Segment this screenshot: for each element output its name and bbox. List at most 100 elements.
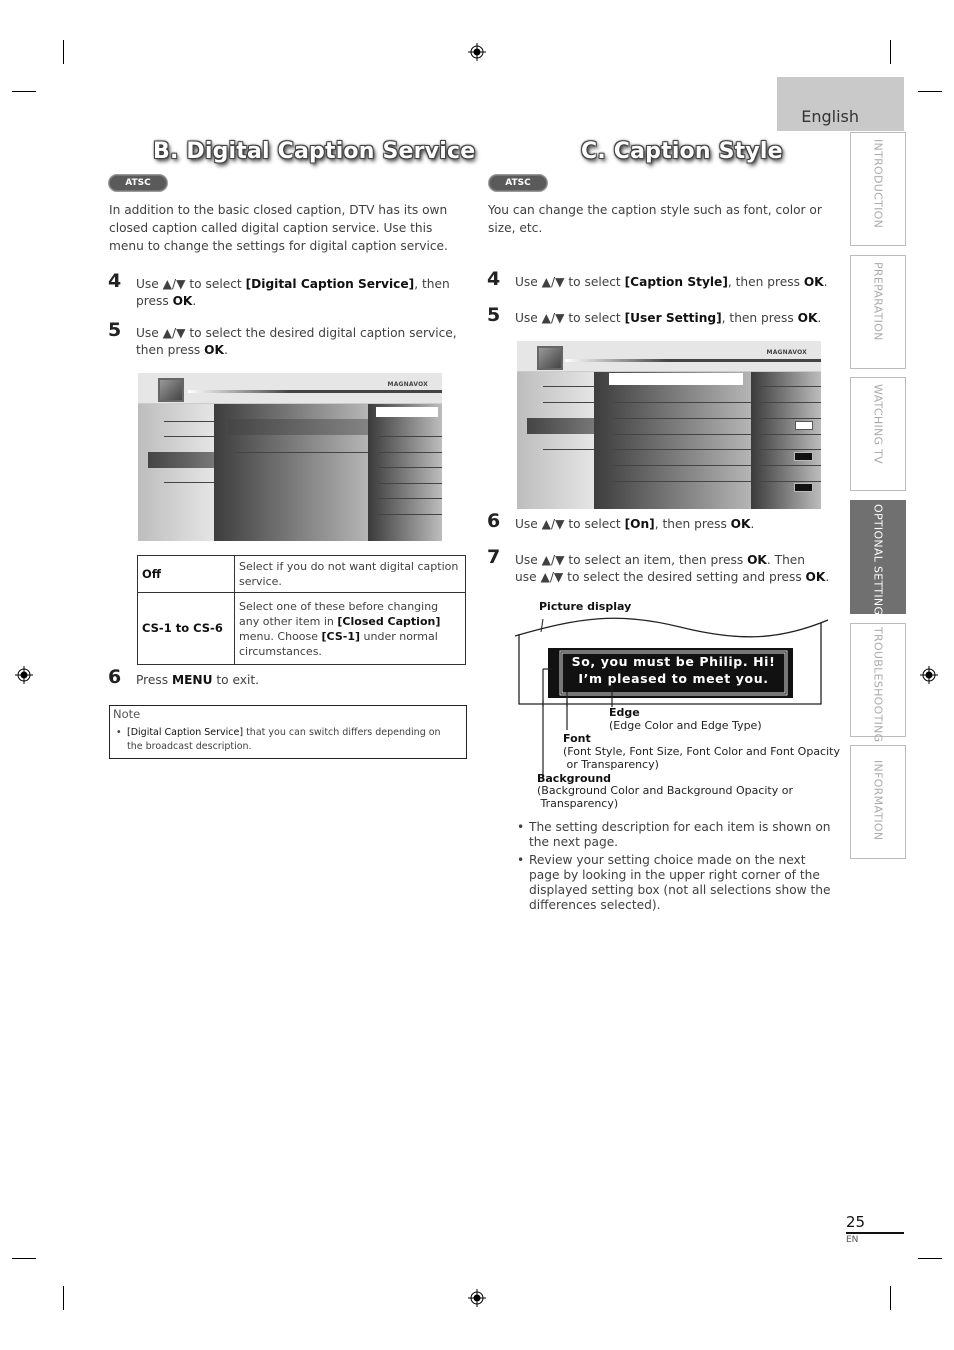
menu-divider bbox=[543, 449, 594, 450]
language-tab: English bbox=[777, 77, 904, 131]
table-row: CS-1 to CS-6 Select one of these before … bbox=[137, 592, 466, 665]
option-key: CS-1 to CS-6 bbox=[137, 592, 235, 665]
menu-divider bbox=[378, 514, 442, 515]
header-divider bbox=[188, 390, 442, 393]
caption-line-1: So, you must be Philip. Hi! bbox=[571, 654, 776, 669]
section-c-title: C. Caption Style bbox=[581, 139, 783, 164]
side-tab-label: PREPARATION bbox=[871, 262, 885, 341]
menu-divider bbox=[613, 449, 751, 450]
registration-mark-icon bbox=[920, 666, 938, 684]
side-tab-label: OPTIONAL SETTING bbox=[871, 504, 885, 616]
menu-divider bbox=[543, 386, 594, 387]
menu-right-column bbox=[368, 404, 442, 541]
crop-mark bbox=[890, 40, 891, 64]
menu-left-column bbox=[138, 404, 214, 541]
menu-screenshot-digital-caption: MAGNAVOX bbox=[138, 373, 442, 541]
menu-highlighted-row bbox=[228, 419, 368, 435]
menu-divider bbox=[234, 452, 368, 453]
crop-mark bbox=[63, 40, 64, 64]
crop-mark bbox=[12, 1258, 36, 1259]
side-tab-troubleshooting[interactable]: TROUBLESHOOTING bbox=[850, 623, 906, 742]
atsc-badge: ATSC bbox=[488, 174, 548, 192]
menu-highlighted-row bbox=[609, 373, 743, 385]
side-tab-label: WATCHING TV bbox=[871, 384, 885, 465]
menu-divider bbox=[164, 421, 214, 422]
side-tab-information[interactable]: INFORMATION bbox=[850, 745, 906, 859]
menu-divider bbox=[757, 481, 821, 482]
menu-middle-column bbox=[594, 372, 751, 509]
note-title: Note bbox=[113, 707, 141, 721]
menu-divider bbox=[543, 402, 594, 403]
step-text: Use ▲/▼ to select an item, then press OK… bbox=[515, 553, 830, 584]
crop-mark bbox=[12, 91, 36, 92]
language-label: English bbox=[801, 107, 859, 126]
list-item: Review your setting choice made on the n… bbox=[515, 853, 835, 913]
header-divider bbox=[565, 359, 821, 362]
font-description: (Font Style, Font Size, Font Color and F… bbox=[563, 745, 840, 771]
menu-divider bbox=[613, 465, 751, 466]
menu-divider bbox=[378, 483, 442, 484]
menu-divider bbox=[378, 436, 442, 437]
menu-screenshot-caption-style: MAGNAVOX bbox=[517, 341, 821, 509]
brand-logo: MAGNAVOX bbox=[766, 349, 807, 356]
step-text: Use ▲/▼ to select [On], then press OK. bbox=[515, 517, 755, 531]
color-swatch-white bbox=[795, 421, 813, 430]
menu-divider bbox=[613, 402, 751, 403]
registration-mark-icon bbox=[468, 43, 486, 61]
side-tab-preparation[interactable]: PREPARATION bbox=[850, 255, 906, 369]
step-text: Use ▲/▼ to select [User Setting], then p… bbox=[515, 311, 822, 325]
step-number: 6 bbox=[487, 510, 501, 532]
brand-logo: MAGNAVOX bbox=[387, 381, 428, 388]
menu-header: MAGNAVOX bbox=[138, 373, 442, 404]
option-description: Select one of these before changing any … bbox=[234, 592, 466, 665]
menu-divider bbox=[613, 434, 751, 435]
side-tab-label: INTRODUCTION bbox=[871, 139, 885, 229]
step-text: Use ▲/▼ to select the desired digital ca… bbox=[136, 326, 457, 357]
caption-line-2: I’m pleased to meet you. bbox=[578, 671, 769, 686]
edge-description: (Edge Color and Edge Type) bbox=[609, 719, 762, 732]
menu-divider bbox=[378, 498, 442, 499]
menu-header: MAGNAVOX bbox=[517, 341, 821, 372]
option-description: Select if you do not want digital captio… bbox=[234, 555, 466, 593]
menu-divider bbox=[757, 434, 821, 435]
menu-divider bbox=[757, 465, 821, 466]
step-text: Use ▲/▼ to select [Caption Style], then … bbox=[515, 275, 828, 289]
section-c-intro: You can change the caption style such as… bbox=[488, 203, 822, 235]
step-number: 5 bbox=[108, 319, 122, 341]
menu-divider bbox=[757, 449, 821, 450]
crop-mark bbox=[890, 1286, 891, 1310]
step-text: Use ▲/▼ to select [Digital Caption Servi… bbox=[136, 277, 450, 308]
menu-divider bbox=[757, 418, 821, 419]
atsc-badge: ATSC bbox=[108, 174, 168, 192]
language-code: EN bbox=[846, 1235, 859, 1245]
option-key: Off bbox=[137, 555, 235, 593]
step-number: 7 bbox=[487, 546, 501, 568]
caption-notes: The setting description for each item is… bbox=[515, 820, 835, 916]
registration-mark-icon bbox=[468, 1289, 486, 1307]
options-table: Off Select if you do not want digital ca… bbox=[137, 555, 466, 665]
menu-selected-item bbox=[148, 452, 214, 468]
crop-mark bbox=[63, 1286, 64, 1310]
page-number: 25 bbox=[846, 1213, 866, 1231]
step-text: Press MENU to exit. bbox=[136, 673, 260, 687]
color-swatch-black bbox=[794, 483, 813, 492]
side-tab-optional-setting[interactable]: OPTIONAL SETTING bbox=[850, 500, 906, 616]
section-b-intro: In addition to the basic closed caption,… bbox=[109, 203, 448, 253]
side-tab-label: TROUBLESHOOTING bbox=[871, 627, 885, 743]
page-number-rule bbox=[846, 1232, 904, 1234]
registration-mark-icon bbox=[15, 666, 33, 684]
font-label: Font bbox=[563, 732, 591, 745]
side-tab-introduction[interactable]: INTRODUCTION bbox=[850, 132, 906, 246]
step-number: 5 bbox=[487, 304, 501, 326]
side-tab-watching-tv[interactable]: WATCHING TV bbox=[850, 377, 906, 491]
tv-icon bbox=[537, 346, 563, 370]
menu-divider bbox=[757, 386, 821, 387]
note-box: Note • [Digital Caption Service] that yo… bbox=[109, 705, 467, 759]
list-item: The setting description for each item is… bbox=[515, 820, 835, 850]
background-description: (Background Color and Background Opacity… bbox=[537, 784, 793, 810]
menu-left-column bbox=[517, 372, 594, 509]
menu-divider bbox=[164, 436, 214, 437]
caption-sample-text: So, you must be Philip. Hi! I’m pleased … bbox=[562, 653, 785, 687]
step-number: 6 bbox=[108, 666, 122, 688]
edge-label: Edge bbox=[609, 706, 640, 719]
